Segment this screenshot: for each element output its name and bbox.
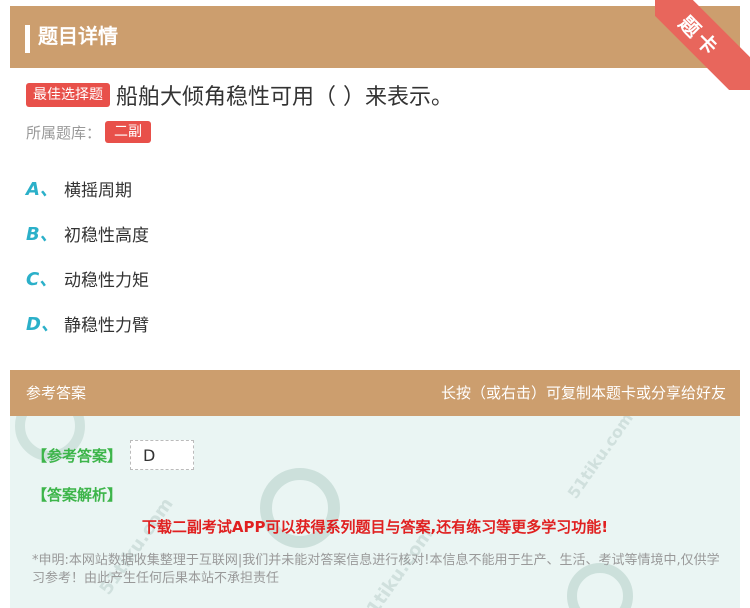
option-b[interactable]: B、 初稳性高度 xyxy=(26,220,149,246)
question-line: 最佳选择题 船舶大倾角稳性可用（ ）来表示。 xyxy=(26,78,453,112)
question-text: 船舶大倾角稳性可用（ ）来表示。 xyxy=(116,85,453,110)
header-accent-bar xyxy=(25,25,30,53)
disclaimer: *申明:本网站数据收集整理于互联网|我们并未能对答案信息进行核对!本信息不能用于… xyxy=(32,553,720,586)
analysis-label: 【答案解析】 xyxy=(32,486,123,504)
answer-body: 51tiku.com 51tiku.com 51tiku.com 【参考答案】 … xyxy=(10,416,740,608)
page-title: 题目详情 xyxy=(38,24,118,48)
corner-badge: 题卡 xyxy=(655,0,750,90)
option-c[interactable]: C、 动稳性力矩 xyxy=(26,265,149,291)
option-a[interactable]: A、 横摇周期 xyxy=(26,175,132,201)
question-type-badge: 最佳选择题 xyxy=(26,83,110,107)
option-d[interactable]: D、 静稳性力臂 xyxy=(26,310,149,336)
corner-badge-label: 题卡 xyxy=(655,0,750,90)
answer-analysis: 【答案解析】 xyxy=(32,484,122,505)
share-hint: 长按（或右击）可复制本题卡或分享给好友 xyxy=(440,384,726,402)
option-text: 初稳性高度 xyxy=(64,225,149,246)
reference-answer-value: D xyxy=(130,440,195,470)
answer-title: 参考答案 xyxy=(26,384,87,402)
option-text: 静稳性力臂 xyxy=(64,315,149,336)
bank-tag[interactable]: 二副 xyxy=(105,121,152,143)
download-app-link[interactable]: 下载二副考试APP可以获得系列题目与答案,还有练习等更多学习功能! xyxy=(10,516,740,537)
option-letter: C、 xyxy=(26,269,58,290)
option-letter: A、 xyxy=(26,179,58,200)
option-text: 横摇周期 xyxy=(64,180,132,201)
reference-answer: 【参考答案】 D xyxy=(32,440,195,470)
option-letter: D、 xyxy=(26,314,59,335)
answer-header: 参考答案 长按（或右击）可复制本题卡或分享给好友 xyxy=(10,370,740,416)
question-bank: 所属题库： 二副 xyxy=(26,120,152,144)
option-text: 动稳性力矩 xyxy=(64,270,149,291)
bank-label: 所属题库： xyxy=(26,123,102,142)
reference-answer-label: 【参考答案】 xyxy=(32,446,123,465)
detail-header: 题目详情 xyxy=(10,6,740,68)
option-letter: B、 xyxy=(26,224,58,245)
